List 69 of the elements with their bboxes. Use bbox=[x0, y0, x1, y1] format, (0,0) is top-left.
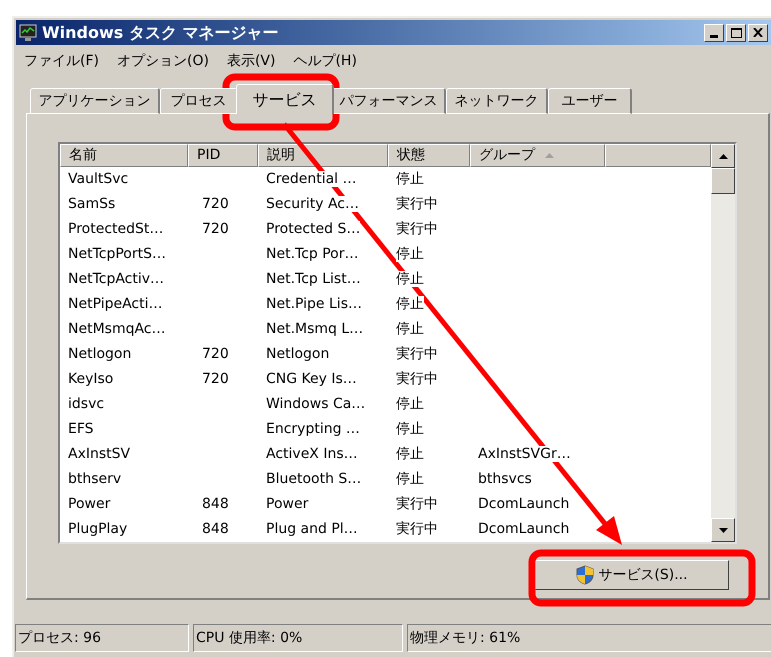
table-cell: 停止 bbox=[396, 471, 424, 487]
scroll-down-button[interactable] bbox=[711, 518, 735, 542]
minimize-icon bbox=[710, 34, 718, 38]
menu-item[interactable]: ファイル(F) bbox=[24, 50, 99, 72]
table-cell: 停止 bbox=[396, 171, 424, 187]
table-cell: Plug and Pl… bbox=[266, 521, 358, 537]
status-text: CPU 使用率: 0% bbox=[193, 624, 403, 652]
maximize-icon bbox=[730, 28, 742, 38]
table-cell: 実行中 bbox=[396, 196, 438, 212]
tab[interactable]: サービス bbox=[236, 84, 334, 114]
maximize-button[interactable] bbox=[726, 24, 746, 42]
table-cell: 停止 bbox=[396, 321, 424, 337]
tab[interactable]: ネットワーク bbox=[446, 88, 548, 114]
window-title: Windows タスク マネージャー bbox=[42, 22, 278, 44]
table-cell: NetPipeActi… bbox=[68, 296, 163, 312]
table-cell: NetTcpPortS… bbox=[68, 246, 166, 262]
column-header[interactable] bbox=[605, 144, 711, 167]
table-cell: Net.Pipe Lis… bbox=[266, 296, 362, 312]
table-cell: PlugPlay bbox=[68, 521, 128, 537]
scroll-up-button[interactable] bbox=[711, 144, 735, 168]
table-cell: NetMsmqAc… bbox=[68, 321, 166, 337]
close-icon bbox=[753, 28, 763, 37]
table-cell: Security Ac… bbox=[266, 196, 359, 212]
tab[interactable]: プロセス bbox=[160, 88, 238, 114]
table-cell: 停止 bbox=[396, 446, 424, 462]
scrollbar[interactable] bbox=[711, 144, 735, 542]
menu-item[interactable]: 表示(V) bbox=[226, 50, 276, 72]
table-cell: Net.Msmq L… bbox=[266, 321, 364, 337]
table-cell: Net.Tcp List… bbox=[266, 271, 361, 287]
table-cell: NetTcpActiv… bbox=[68, 271, 164, 287]
table-cell: AxInstSVGr… bbox=[478, 446, 571, 462]
status-text: プロセス: 96 bbox=[15, 624, 189, 652]
status-text: 物理メモリ: 61% bbox=[407, 624, 771, 652]
tab[interactable]: ユーザー bbox=[548, 88, 632, 114]
tab[interactable]: アプリケーション bbox=[30, 88, 160, 114]
table-cell: Netlogon bbox=[266, 346, 330, 362]
close-button[interactable] bbox=[748, 24, 768, 42]
scroll-thumb[interactable] bbox=[711, 168, 735, 194]
table-cell: Encrypting … bbox=[266, 421, 360, 437]
table-cell: CNG Key Is… bbox=[266, 371, 357, 387]
table-cell: 停止 bbox=[396, 421, 424, 437]
table-cell: 実行中 bbox=[396, 496, 438, 512]
shield-icon bbox=[576, 565, 594, 585]
table-cell: 停止 bbox=[396, 271, 424, 287]
table-cell: 停止 bbox=[396, 396, 424, 412]
column-header[interactable]: 状態 bbox=[388, 144, 470, 167]
table-cell: Netlogon bbox=[68, 346, 132, 362]
table-cell: Credential … bbox=[266, 171, 357, 187]
table-cell: Net.Tcp Por… bbox=[266, 246, 358, 262]
column-header[interactable]: グループ bbox=[470, 144, 605, 167]
monitor-icon bbox=[18, 24, 38, 42]
table-cell: 実行中 bbox=[396, 346, 438, 362]
table-cell: 停止 bbox=[396, 296, 424, 312]
table-cell: KeyIso bbox=[68, 371, 114, 387]
table-cell: 実行中 bbox=[396, 371, 438, 387]
column-header[interactable]: 説明 bbox=[258, 144, 388, 167]
column-header[interactable]: 名前 bbox=[60, 144, 188, 167]
minimize-button[interactable] bbox=[704, 24, 724, 42]
menu-item[interactable]: オプション(O) bbox=[116, 50, 209, 72]
up-arrow-icon bbox=[718, 154, 728, 158]
table-cell: 実行中 bbox=[396, 221, 438, 237]
menu-item[interactable]: ヘルプ(H) bbox=[293, 50, 357, 72]
services-button[interactable]: サービス(S)... bbox=[535, 560, 729, 590]
tab[interactable]: パフォーマンス bbox=[332, 88, 446, 114]
table-cell: 停止 bbox=[396, 246, 424, 262]
sort-icon bbox=[545, 153, 554, 158]
down-arrow-icon bbox=[718, 528, 728, 532]
table-cell: 実行中 bbox=[396, 521, 438, 537]
column-header[interactable]: PID bbox=[188, 144, 258, 167]
